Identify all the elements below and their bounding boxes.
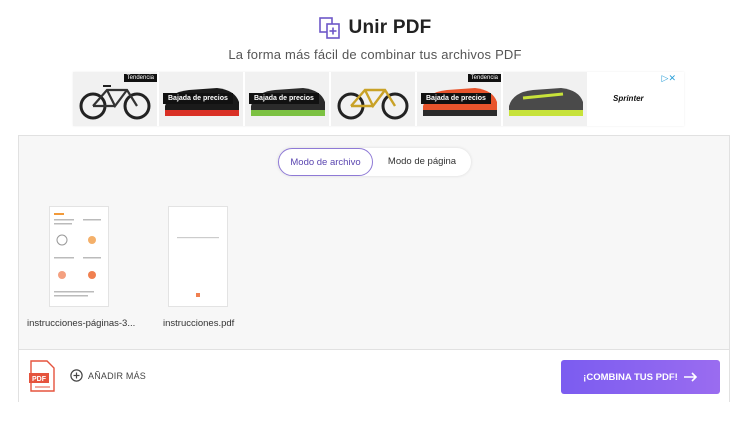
shoe-icon	[509, 88, 583, 116]
ad-tile-bike-1[interactable]: Tendencia	[73, 72, 157, 126]
ad-tile-shoe-2[interactable]: Bajada de precios	[245, 72, 329, 126]
combine-label: ¡COMBINA TUS PDF!	[583, 371, 678, 383]
ad-badge: Tendencia	[123, 74, 157, 82]
ad-choices-icon[interactable]: ▷✕	[662, 73, 676, 84]
plus-circle-icon	[70, 369, 83, 382]
ad-badge: Tendencia	[467, 74, 501, 82]
document-preview-icon	[54, 213, 101, 297]
file-name: instrucciones-páginas-3...	[27, 318, 136, 329]
bike-icon	[337, 88, 409, 120]
arrow-right-icon	[683, 372, 697, 382]
page-subtitle: La forma más fácil de combinar tus archi…	[228, 47, 522, 62]
combine-pdf-button[interactable]: ¡COMBINA TUS PDF!	[561, 360, 720, 394]
ad-banner[interactable]: Tendencia Bajada de precios Bajada de pr…	[73, 72, 684, 126]
ad-brand-logo: Sprinter	[613, 94, 644, 103]
ad-tile-shoe-1[interactable]: Bajada de precios	[159, 72, 243, 126]
merge-pdf-icon	[318, 17, 341, 39]
page-title: Unir PDF	[348, 17, 432, 38]
ad-price-label: Bajada de precios	[163, 93, 233, 104]
action-bar: PDF AÑADIR MÁS ¡COMBINA TUS PDF!	[19, 349, 729, 402]
ad-tile-shoe-4[interactable]	[503, 72, 587, 126]
mode-toggle: Modo de archivo Modo de página	[278, 148, 471, 176]
merge-workspace: Modo de archivo Modo de página instrucci…	[18, 135, 730, 402]
file-thumbnail[interactable]	[168, 206, 228, 307]
page-header: Unir PDF La forma más fácil de combinar …	[0, 14, 750, 62]
page-mode-option[interactable]: Modo de página	[373, 148, 471, 176]
file-thumbnail[interactable]	[49, 206, 109, 307]
ad-tile-shoe-3[interactable]: Tendencia Bajada de precios	[417, 72, 501, 126]
document-preview-icon	[177, 237, 219, 297]
add-more-button[interactable]: AÑADIR MÁS	[70, 369, 146, 382]
file-name: instrucciones.pdf	[163, 318, 235, 329]
ad-price-label: Bajada de precios	[421, 93, 491, 104]
pdf-file-icon: PDF	[29, 360, 55, 397]
add-more-label: AÑADIR MÁS	[88, 370, 147, 381]
ad-price-label: Bajada de precios	[249, 93, 319, 104]
ad-tile-bike-2[interactable]	[331, 72, 415, 126]
svg-text:PDF: PDF	[32, 376, 47, 383]
file-mode-option[interactable]: Modo de archivo	[278, 148, 373, 176]
title-row: Unir PDF	[0, 14, 750, 42]
